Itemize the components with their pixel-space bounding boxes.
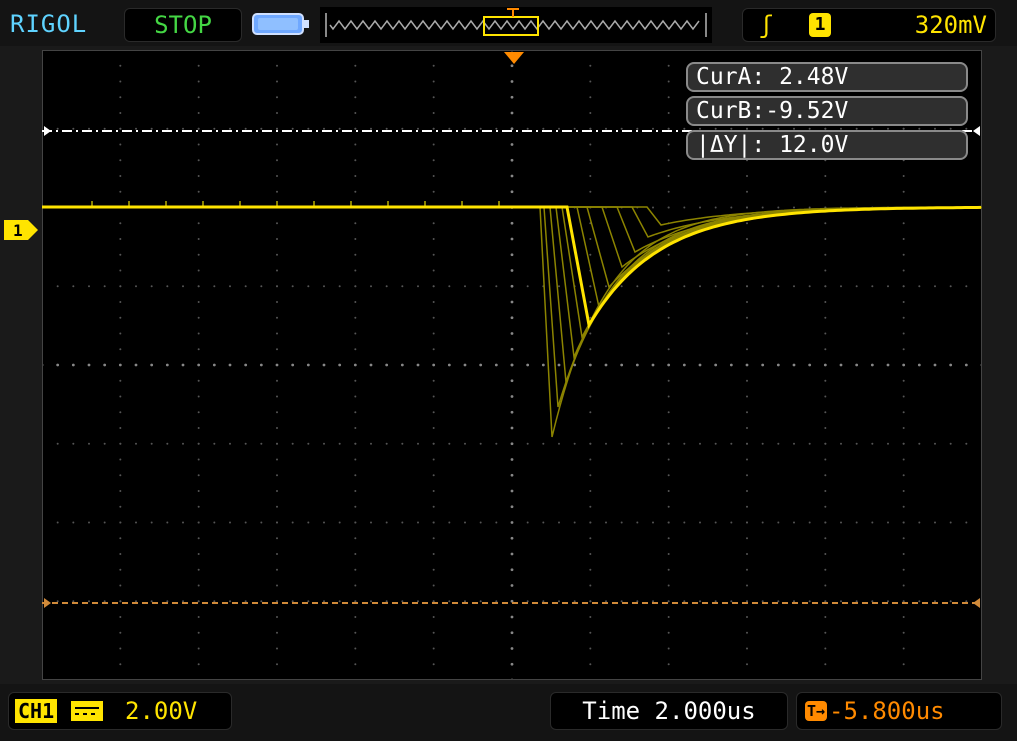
- trigger-panel[interactable]: ʃ 1 320mV: [742, 8, 996, 42]
- channel1-label: CH1: [15, 699, 58, 723]
- dc-coupling-icon: [71, 701, 103, 721]
- cursor-delta-readout: |ΔY|: 12.0V: [686, 130, 968, 160]
- run-status[interactable]: STOP: [124, 8, 242, 42]
- trigger-source: 1: [809, 13, 831, 37]
- cursor-a-readout: CurA: 2.48V: [686, 62, 968, 92]
- trigger-level: 320mV: [914, 11, 987, 39]
- channel1-volts-per-div: 2.00V: [125, 697, 198, 725]
- memory-battery-icon: [252, 13, 309, 35]
- top-status-bar: RIGOL STOP ʃ 1 320mV: [0, 0, 1017, 46]
- trigger-offset-value: -5.800us: [829, 697, 945, 725]
- bottom-status-bar: CH1 2.00V Time 2.000us T→ -5.800us: [0, 684, 1017, 741]
- timebase-readout[interactable]: Time 2.000us: [550, 692, 788, 730]
- channel1-ground-marker[interactable]: 1: [2, 218, 40, 242]
- oscilloscope-display: RIGOL STOP ʃ 1 320mV 1 CurA: 2.48V CurB:…: [0, 0, 1017, 741]
- channel1-scale-panel[interactable]: CH1 2.00V: [8, 692, 232, 730]
- cursor-measurement-panel: CurA: 2.48V CurB:-9.52V |ΔY|: 12.0V: [686, 60, 968, 164]
- trigger-offset-icon: T→: [805, 701, 827, 721]
- trigger-offset-panel[interactable]: T→ -5.800us: [796, 692, 1002, 730]
- memory-overview-bar: [320, 7, 712, 43]
- brand-logo: RIGOL: [10, 10, 88, 38]
- cursor-b-readout: CurB:-9.52V: [686, 96, 968, 126]
- rising-edge-icon: ʃ: [759, 11, 774, 39]
- channel1-marker-label: 1: [13, 221, 23, 240]
